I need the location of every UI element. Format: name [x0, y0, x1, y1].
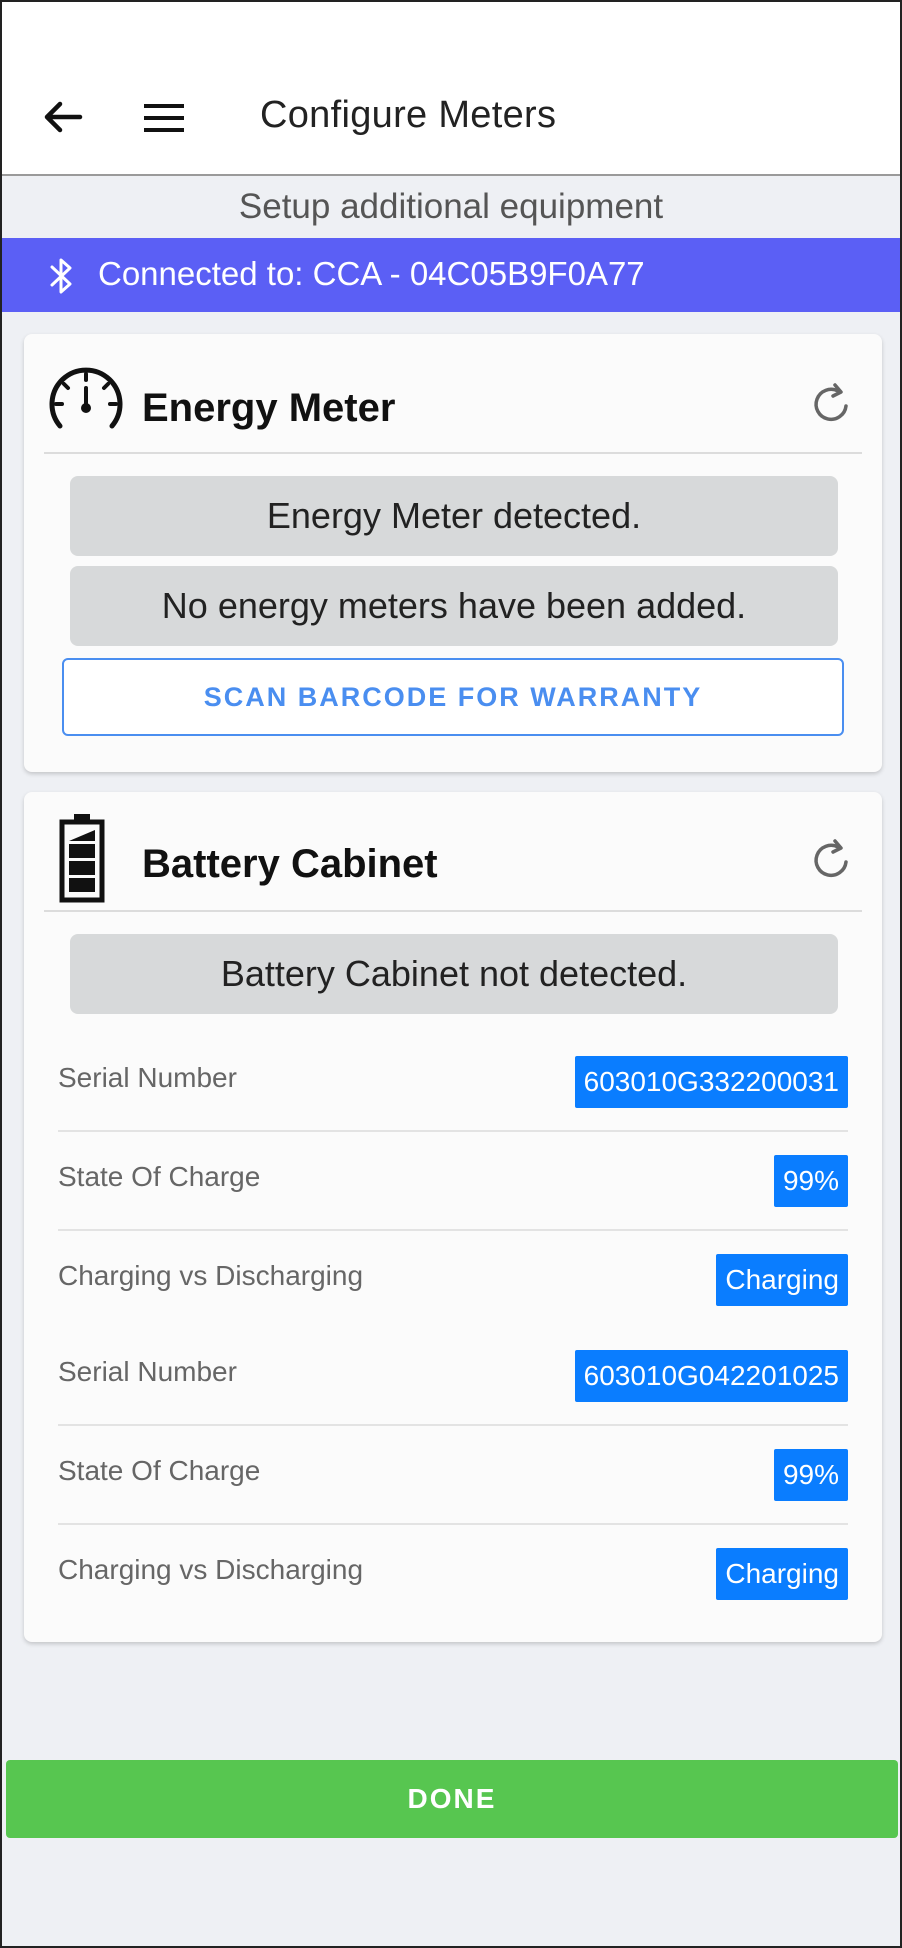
- connection-status-bar: Connected to: CCA - 04C05B9F0A77: [2, 238, 900, 312]
- battery-info-row: State Of Charge 99%: [58, 1133, 848, 1231]
- card-divider: [44, 910, 862, 912]
- battery-info-row: Serial Number 603010G332200031: [58, 1034, 848, 1132]
- serial-number-value: 603010G332200031: [574, 1056, 848, 1108]
- page-subtitle: Setup additional equipment: [238, 187, 664, 226]
- battery-info-row: Charging vs Discharging Charging: [58, 1232, 848, 1330]
- row-label: Serial Number: [58, 1356, 237, 1387]
- refresh-energy-meter-icon[interactable]: [808, 380, 856, 428]
- battery-icon: [59, 814, 105, 903]
- battery-cabinet-status: Battery Cabinet not detected.: [70, 934, 838, 1014]
- state-of-charge-value: 99%: [773, 1449, 848, 1501]
- refresh-battery-cabinet-icon[interactable]: [808, 836, 856, 884]
- state-of-charge-value: 99%: [773, 1155, 848, 1207]
- energy-meters-added-status: No energy meters have been added.: [70, 566, 838, 646]
- hamburger-menu-icon[interactable]: [142, 98, 188, 138]
- connection-status-text: Connected to: CCA - 04C05B9F0A77: [98, 255, 645, 292]
- row-label: Charging vs Discharging: [58, 1554, 364, 1585]
- page-title: Configure Meters: [260, 94, 557, 136]
- battery-info-row: Serial Number 603010G042201025: [58, 1328, 848, 1426]
- bluetooth-icon: [50, 258, 72, 294]
- scan-barcode-button[interactable]: SCAN BARCODE FOR WARRANTY: [62, 658, 844, 736]
- charging-status-value: Charging: [716, 1254, 848, 1306]
- energy-meter-card: Energy Meter Energy Meter detected. No e…: [24, 334, 882, 772]
- back-arrow-icon[interactable]: [40, 94, 86, 140]
- gauge-icon: [49, 367, 123, 429]
- card-divider: [44, 452, 862, 454]
- row-label: Serial Number: [58, 1062, 237, 1093]
- charging-status-value: Charging: [716, 1548, 848, 1600]
- serial-number-value: 603010G042201025: [574, 1350, 848, 1402]
- row-label: Charging vs Discharging: [58, 1260, 364, 1291]
- row-label: State Of Charge: [58, 1161, 261, 1192]
- energy-meter-detected-status: Energy Meter detected.: [70, 476, 838, 556]
- energy-meter-title: Energy Meter: [142, 386, 396, 430]
- done-button[interactable]: DONE: [6, 1760, 898, 1838]
- app-header: Configure Meters: [2, 2, 900, 176]
- battery-info-row: State Of Charge 99%: [58, 1427, 848, 1525]
- battery-cabinet-title: Battery Cabinet: [142, 842, 438, 886]
- row-label: State Of Charge: [58, 1455, 261, 1486]
- app-screen: Configure Meters Setup additional equipm…: [0, 0, 902, 1948]
- battery-info-row: Charging vs Discharging Charging: [58, 1526, 848, 1624]
- battery-cabinet-card: Battery Cabinet Battery Cabinet not dete…: [24, 792, 882, 1642]
